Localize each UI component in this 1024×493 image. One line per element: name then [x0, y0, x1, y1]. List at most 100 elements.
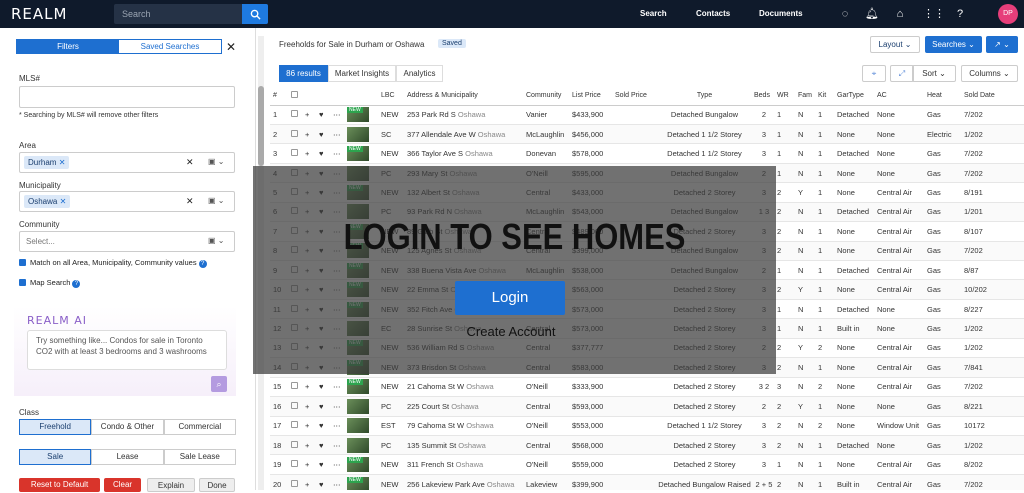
columns-button[interactable]: Columns ⌄: [961, 65, 1018, 82]
address-cell[interactable]: 311 French St Oshawa: [404, 454, 523, 475]
tab-saved-searches[interactable]: Saved Searches: [119, 40, 221, 53]
create-account-link[interactable]: Create Account: [455, 324, 567, 339]
chip-remove-icon[interactable]: ✕: [59, 158, 66, 167]
apps-grid-icon[interactable]: ⋮⋮: [923, 7, 945, 21]
global-search[interactable]: Search: [114, 4, 268, 24]
more-icon[interactable]: ⋯: [330, 396, 344, 417]
class-freehold[interactable]: Freehold: [19, 419, 92, 435]
photo-cell[interactable]: [344, 454, 378, 475]
table-row[interactable]: 15+♥⋯NEW21 Cahoma St W OshawaO'Neill$333…: [270, 377, 1024, 398]
listing-thumbnail[interactable]: [347, 126, 369, 142]
add-icon[interactable]: +: [302, 435, 316, 456]
nav-search[interactable]: Search: [640, 9, 667, 18]
row-select[interactable]: [288, 377, 302, 398]
col-header[interactable]: #: [270, 86, 288, 106]
address-text[interactable]: 79 Cahoma St W: [407, 421, 464, 430]
table-row[interactable]: 1+♥⋯NEW253 Park Rd S OshawaVanier$433,90…: [270, 105, 1024, 125]
col-header[interactable]: WR: [774, 86, 795, 106]
photo-cell[interactable]: [344, 474, 378, 490]
photo-cell[interactable]: [344, 435, 378, 456]
col-header[interactable]: Community: [523, 86, 569, 106]
nav-documents[interactable]: Documents: [759, 9, 803, 18]
favorite-icon[interactable]: ♥: [316, 396, 330, 417]
chip-remove-icon[interactable]: ✕: [60, 197, 67, 206]
col-header[interactable]: Address & Municipality: [404, 86, 523, 106]
add-icon[interactable]: +: [302, 416, 316, 436]
listing-thumbnail[interactable]: [347, 146, 369, 162]
address-cell[interactable]: 135 Summit St Oshawa: [404, 435, 523, 456]
favorite-icon[interactable]: ♥: [316, 474, 330, 490]
col-header[interactable]: GarType: [834, 86, 874, 106]
photo-cell[interactable]: [344, 396, 378, 417]
more-icon[interactable]: ⋯: [330, 105, 344, 125]
expand-icon[interactable]: ⤢: [890, 65, 914, 82]
more-icon[interactable]: ⋯: [330, 454, 344, 475]
col-header[interactable]: LBC: [378, 86, 404, 106]
listing-thumbnail[interactable]: [347, 398, 369, 414]
row-select[interactable]: [288, 435, 302, 456]
photo-cell[interactable]: [344, 416, 378, 436]
search-button[interactable]: [242, 4, 268, 24]
address-cell[interactable]: 21 Cahoma St W Oshawa: [404, 377, 523, 398]
row-select[interactable]: [288, 105, 302, 125]
close-icon[interactable]: ✕: [226, 40, 236, 54]
address-text[interactable]: 225 Court St: [407, 402, 449, 411]
favorite-icon[interactable]: ♥: [316, 435, 330, 456]
more-icon[interactable]: ⋯: [330, 474, 344, 490]
search-input[interactable]: Search: [122, 9, 242, 19]
listing-thumbnail[interactable]: [347, 107, 369, 123]
sort-button[interactable]: Sort ⌄: [912, 65, 956, 82]
col-header[interactable]: Fam: [795, 86, 815, 106]
clear-icon[interactable]: ✕: [186, 157, 194, 168]
photo-cell[interactable]: [344, 105, 378, 125]
col-header-select[interactable]: [288, 86, 302, 106]
row-checkbox[interactable]: [291, 460, 298, 468]
more-icon[interactable]: ⋯: [330, 435, 344, 456]
address-cell[interactable]: 253 Park Rd S Oshawa: [404, 105, 523, 125]
listing-thumbnail[interactable]: [347, 457, 369, 473]
calendar-icon[interactable]: ▣ ⌄: [208, 157, 224, 166]
table-row[interactable]: 20+♥⋯NEW256 Lakeview Park Ave OshawaLake…: [270, 474, 1024, 490]
row-checkbox[interactable]: [291, 440, 298, 448]
address-text[interactable]: 135 Summit St: [407, 441, 456, 450]
add-icon[interactable]: +: [302, 454, 316, 475]
table-row[interactable]: 2 + ♥ ⋯ SC 377 Allendale Ave W Oshawa McLaughl…: [270, 124, 1024, 145]
favorite-icon[interactable]: ♥: [316, 105, 330, 125]
history-icon[interactable]: ◌: [838, 7, 852, 21]
row-checkbox[interactable]: [291, 129, 298, 137]
add-icon[interactable]: +: [302, 377, 316, 398]
favorite-icon[interactable]: ♥: [316, 377, 330, 398]
select-all-checkbox[interactable]: [291, 90, 298, 98]
add-icon[interactable]: +: [302, 143, 316, 164]
info-icon[interactable]: ?: [72, 280, 81, 288]
area-chip[interactable]: Durham ✕: [24, 156, 70, 169]
address-text[interactable]: 256 Lakeview Park Ave: [407, 480, 485, 489]
avatar[interactable]: DP: [998, 4, 1018, 24]
mls-input[interactable]: [19, 86, 235, 108]
address-cell[interactable]: 79 Cahoma St W Oshawa: [404, 416, 523, 436]
photo-cell[interactable]: [344, 143, 378, 164]
address-text[interactable]: 311 French St: [407, 460, 454, 469]
listing-thumbnail[interactable]: [347, 418, 369, 434]
ai-prompt-input[interactable]: Try something like... Condos for sale in…: [27, 330, 227, 370]
nav-contacts[interactable]: Contacts: [696, 9, 730, 18]
login-button[interactable]: Login: [455, 281, 565, 315]
listing-thumbnail[interactable]: [347, 476, 369, 490]
help-icon[interactable]: ?: [953, 7, 967, 21]
col-header[interactable]: Heat: [924, 86, 961, 106]
listing-thumbnail[interactable]: [347, 437, 369, 453]
realm-logo[interactable]: REALM: [11, 5, 111, 23]
table-row[interactable]: 3+♥⋯NEW366 Taylor Ave S OshawaDonevan$57…: [270, 143, 1024, 164]
lease-option[interactable]: Lease: [91, 449, 164, 465]
sale-option[interactable]: Sale: [19, 449, 92, 465]
ai-search-icon[interactable]: ⌕: [211, 376, 227, 392]
bell-icon[interactable]: 🔔︎: [865, 7, 879, 21]
row-select[interactable]: [288, 143, 302, 164]
match-checkbox[interactable]: [19, 259, 26, 266]
row-checkbox[interactable]: [291, 479, 298, 487]
row-checkbox[interactable]: [291, 382, 298, 390]
address-cell[interactable]: 225 Court St Oshawa: [404, 396, 523, 417]
row-select[interactable]: [288, 454, 302, 475]
favorite-icon[interactable]: ♥: [316, 416, 330, 436]
address-text[interactable]: 377 Allendale Ave W: [407, 130, 476, 139]
